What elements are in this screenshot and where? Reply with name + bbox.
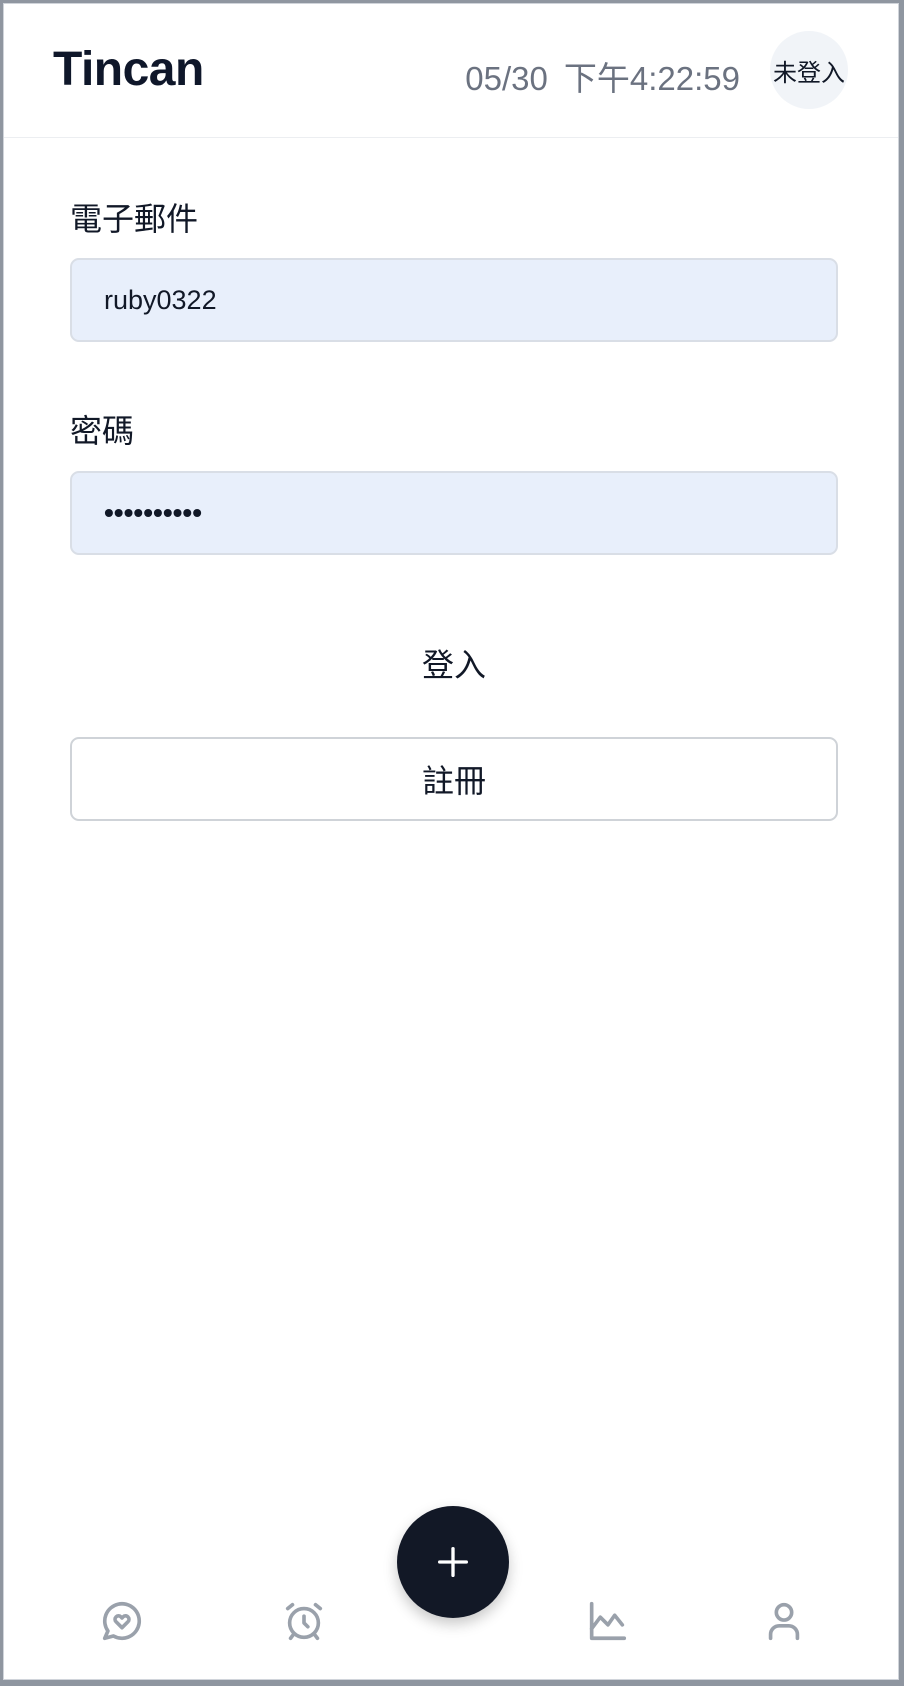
app-window: Tincan 05/30 下午4:22:59 未登入 電子郵件 密碼 登入 註冊	[3, 3, 899, 1680]
nav-profile-button[interactable]	[754, 1591, 814, 1651]
plus-icon	[438, 1547, 468, 1577]
time-text: 下午4:22:59	[563, 60, 740, 97]
app-title: Tincan	[53, 43, 204, 96]
nav-chat-button[interactable]	[92, 1591, 152, 1651]
user-icon	[768, 1602, 800, 1641]
email-field[interactable]	[70, 258, 838, 343]
chart-icon	[589, 1601, 627, 1641]
email-label: 電子郵件	[70, 201, 199, 237]
login-status-avatar[interactable]: 未登入	[770, 31, 848, 109]
datetime-display: 05/30 下午4:22:59	[465, 52, 740, 100]
login-button[interactable]: 登入	[70, 623, 838, 703]
register-button[interactable]: 註冊	[70, 736, 838, 821]
top-bar: Tincan 05/30 下午4:22:59 未登入	[4, 4, 898, 138]
nav-chart-button[interactable]	[577, 1591, 637, 1651]
login-form: 電子郵件 密碼 登入 註冊	[70, 200, 838, 821]
password-field[interactable]	[70, 470, 838, 555]
chat-heart-icon	[102, 1601, 142, 1641]
date-text: 05/30	[465, 60, 548, 97]
add-button[interactable]	[397, 1506, 509, 1618]
alarm-clock-icon	[285, 1602, 323, 1641]
nav-alarm-button[interactable]	[274, 1591, 334, 1651]
bottom-navigation	[4, 1506, 898, 1679]
password-label: 密碼	[70, 413, 135, 450]
login-status-text: 未登入	[773, 59, 845, 87]
